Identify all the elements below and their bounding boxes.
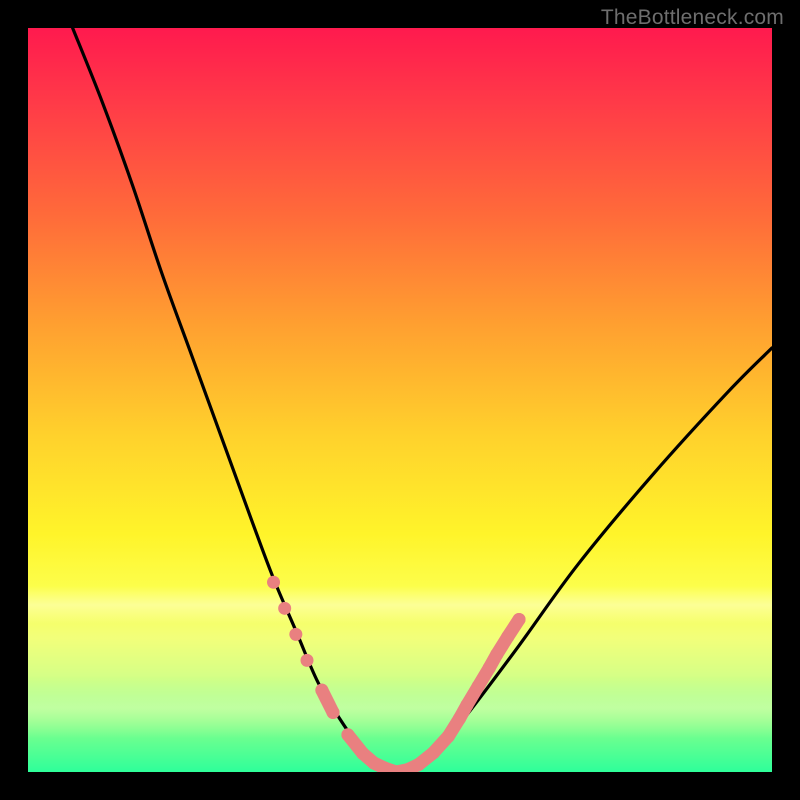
marker-dot [490, 648, 503, 661]
marker-dot [278, 602, 291, 615]
marker-dot [412, 758, 425, 771]
marker-dot [367, 757, 380, 770]
marker-dot [289, 628, 302, 641]
marker-dot [356, 747, 369, 760]
marker-dot [442, 730, 455, 743]
marker-dot [460, 699, 473, 712]
marker-dot [501, 630, 514, 643]
marker-dot [513, 613, 526, 626]
watermark-text: TheBottleneck.com [601, 6, 784, 30]
chart-svg [28, 28, 772, 772]
plot-area [28, 28, 772, 772]
marker-dot [315, 684, 328, 697]
chart-frame: TheBottleneck.com [0, 0, 800, 800]
marker-dot [327, 706, 340, 719]
marker-dot [472, 680, 485, 693]
bottleneck-curve [73, 28, 772, 772]
marker-dot [453, 712, 466, 725]
marker-dot [267, 576, 280, 589]
marker-dot [301, 654, 314, 667]
marker-dot [341, 728, 354, 741]
marker-dot [483, 661, 496, 674]
marker-dot [427, 746, 440, 759]
